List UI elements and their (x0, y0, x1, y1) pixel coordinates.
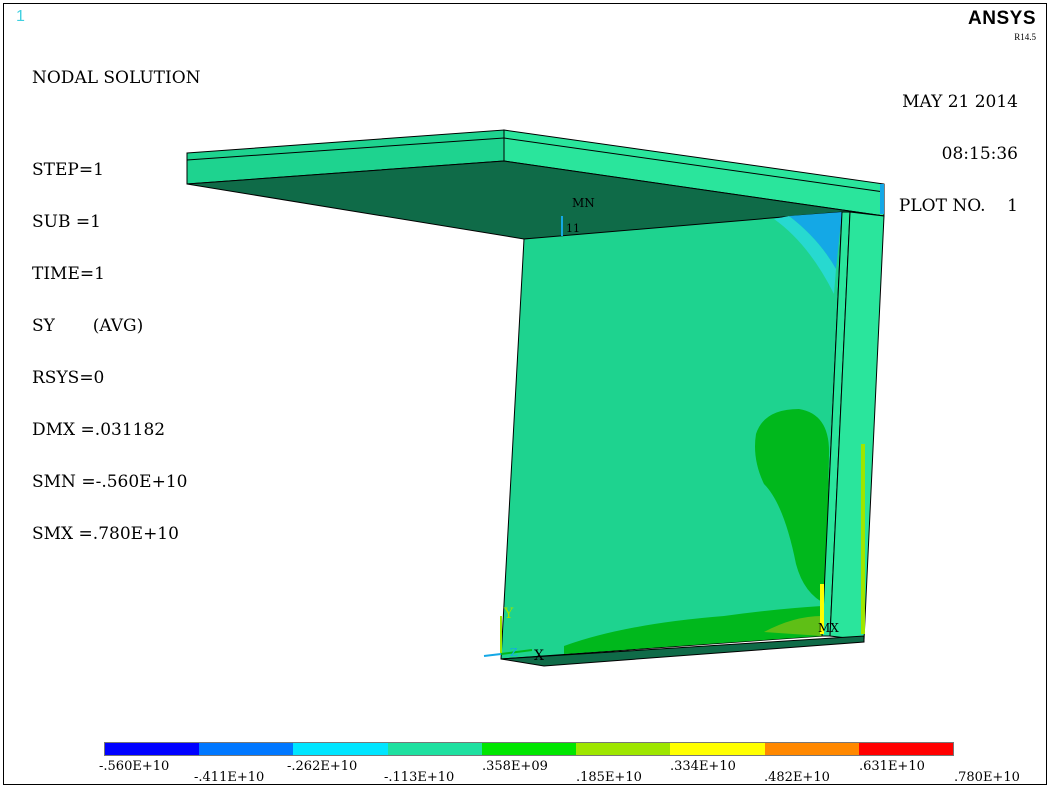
stiffener-edge-stress (861, 444, 865, 634)
legend-swatch (387, 743, 482, 755)
legend-swatch (105, 743, 200, 755)
triad-x-label: X (534, 648, 544, 664)
legend-label-bottom: .185E+10 (576, 770, 642, 785)
legend-label-bottom: -.113E+10 (384, 770, 455, 785)
legend-label-bottom: .780E+10 (954, 770, 1020, 785)
legend-label-top: .334E+10 (670, 759, 736, 774)
flange-tip-stress (880, 184, 884, 214)
legend-swatch (199, 743, 294, 755)
legend-label-top: .631E+10 (859, 759, 925, 774)
triad-y-label: Y (503, 606, 514, 622)
legend-label-bottom: .482E+10 (764, 770, 830, 785)
fea-model-view[interactable]: MN 11 MX Y Z X (4, 4, 1048, 786)
legend-label-top: -.262E+10 (287, 759, 358, 774)
legend-swatch (481, 743, 577, 755)
triad-z-label: Z (510, 646, 518, 659)
legend-label-top: -.560E+10 (99, 759, 170, 774)
legend-swatch (576, 743, 671, 755)
legend-swatch (293, 743, 388, 755)
legend-label-top: .358E+09 (482, 759, 548, 774)
legend-swatch (858, 743, 953, 755)
min-marker: MN (572, 196, 595, 210)
viewport-frame: 1 ANSYS R14.5 NODAL SOLUTION STEP=1 SUB … (3, 3, 1047, 785)
legend-swatch (764, 743, 859, 755)
legend-swatch (670, 743, 765, 755)
contour-legend-bar (104, 742, 954, 756)
legend-label-bottom: -.411E+10 (194, 770, 265, 785)
min-node-label: 11 (566, 222, 580, 235)
triad-z-axis (483, 653, 502, 657)
max-marker: MX (818, 621, 839, 635)
